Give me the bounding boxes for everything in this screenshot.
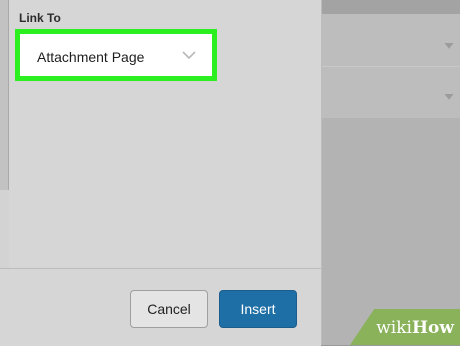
watermark-logo: wikiHow xyxy=(376,318,454,338)
attachment-settings-panel: Link To Attachment Page Cancel Insert xyxy=(0,0,322,346)
chevron-down-icon[interactable] xyxy=(444,93,454,101)
link-to-select[interactable]: Attachment Page xyxy=(15,29,217,81)
right-side-panel xyxy=(322,0,460,345)
link-to-select-value: Attachment Page xyxy=(37,49,145,65)
panel-left-edge xyxy=(0,0,9,190)
chevron-down-icon[interactable] xyxy=(444,42,454,50)
cancel-button[interactable]: Cancel xyxy=(130,290,208,328)
link-to-label: Link To xyxy=(19,11,61,25)
divider xyxy=(322,66,460,67)
watermark-suffix: How xyxy=(411,318,454,338)
watermark-prefix: wiki xyxy=(376,318,412,338)
insert-button[interactable]: Insert xyxy=(219,290,297,328)
chevron-down-icon xyxy=(182,51,196,60)
right-panel-header xyxy=(322,0,460,14)
